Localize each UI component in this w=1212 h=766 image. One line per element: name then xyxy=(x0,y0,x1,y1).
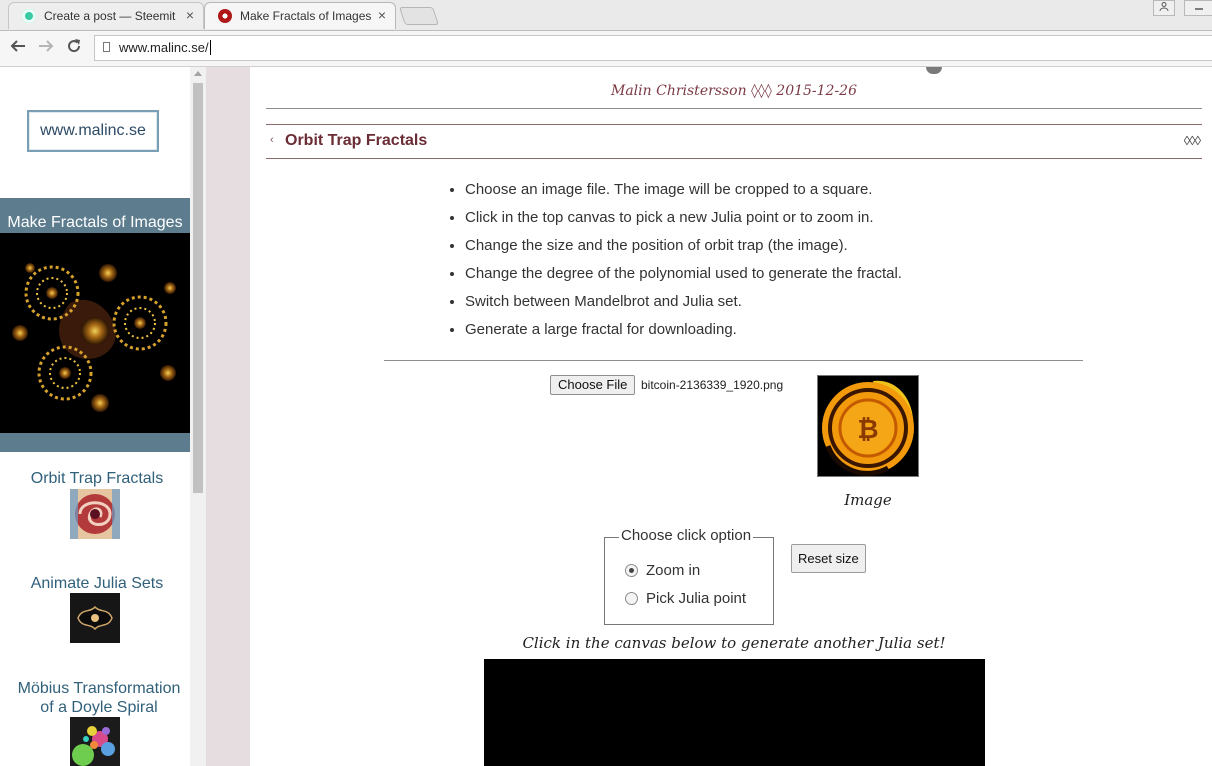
orbit-trap-thumbnail-image[interactable] xyxy=(70,489,120,539)
reset-size-button[interactable]: Reset size xyxy=(791,544,866,573)
tab-close-icon[interactable]: × xyxy=(378,7,386,23)
list-item: Change the degree of the polynomial used… xyxy=(465,260,902,288)
page-icon xyxy=(103,42,110,52)
forward-icon[interactable] xyxy=(37,37,55,60)
site-link-box[interactable]: www.malinc.se xyxy=(27,110,159,152)
orbit-trap-image-preview: ₿ xyxy=(817,375,919,477)
canvas-instruction: Click in the canvas below to generate an… xyxy=(522,634,946,652)
zoom-in-radio[interactable] xyxy=(625,564,638,577)
byline: Malin Christersson ◊◊◊ 2015-12-26 xyxy=(266,83,1202,99)
svg-text:₿: ₿ xyxy=(857,415,878,445)
choose-file-button[interactable]: Choose File xyxy=(550,375,636,395)
sidebar-scrollbar[interactable] xyxy=(190,67,206,766)
list-item: Choose an image file. The image will be … xyxy=(465,176,902,204)
section-header[interactable]: ‹ Orbit Trap Fractals ◊◊◊ xyxy=(266,124,1202,159)
scroll-up-icon[interactable] xyxy=(194,71,202,76)
new-tab-button[interactable] xyxy=(399,7,439,25)
steemit-favicon-icon xyxy=(22,9,36,23)
sidebar-item-animate-julia[interactable]: Animate Julia Sets xyxy=(2,574,190,593)
julia-set-canvas[interactable] xyxy=(484,659,985,766)
sidebar-item-orbit-trap[interactable]: Orbit Trap Fractals xyxy=(2,469,190,488)
mobius-thumbnail-image[interactable] xyxy=(70,717,120,766)
zoom-in-label[interactable]: Zoom in xyxy=(646,562,700,579)
author-name: Malin Christersson xyxy=(611,83,747,99)
section-title[interactable]: Orbit Trap Fractals xyxy=(285,132,427,150)
pick-julia-point-label[interactable]: Pick Julia point xyxy=(646,590,746,607)
selected-file-name: bitcoin-2136339_1920.png xyxy=(641,378,784,392)
image-caption: Image xyxy=(844,491,892,509)
tab-close-icon[interactable]: × xyxy=(186,7,194,23)
list-item: Change the size and the position of orbi… xyxy=(465,232,902,260)
sidebar-item-mobius[interactable]: Möbius Transformation of a Doyle Spiral xyxy=(4,679,190,717)
main-content: Malin Christersson ◊◊◊ 2015-12-26 ‹ Orbi… xyxy=(250,67,1212,766)
malinc-favicon-icon xyxy=(218,9,232,23)
list-item: Click in the top canvas to pick a new Ju… xyxy=(465,204,902,232)
browser-toolbar: www.malinc.se/ xyxy=(0,31,1212,67)
sidebar-item-label: Make Fractals of Images xyxy=(7,214,183,231)
address-bar[interactable]: www.malinc.se/ xyxy=(94,35,1212,61)
pick-julia-point-radio[interactable] xyxy=(625,592,638,605)
sidebar: www.malinc.se Make Fractals of Images Or… xyxy=(0,67,190,766)
reload-icon[interactable] xyxy=(65,37,83,60)
header-image-fragment xyxy=(926,67,942,74)
scrollbar-thumb[interactable] xyxy=(193,83,203,493)
sidebar-item-make-fractals[interactable]: Make Fractals of Images xyxy=(0,198,190,452)
url-text-wrap: www.malinc.se/ xyxy=(119,40,211,55)
tab-title: Create a post — Steemit xyxy=(44,9,176,23)
text-caret xyxy=(209,40,211,55)
page-gutter xyxy=(206,67,250,766)
divider xyxy=(384,360,1083,361)
tab-make-fractals[interactable]: Make Fractals of Images × xyxy=(204,2,396,29)
back-icon[interactable] xyxy=(9,37,27,60)
tab-steemit[interactable]: Create a post — Steemit × xyxy=(8,2,204,29)
chevron-left-icon[interactable]: ‹ xyxy=(270,134,274,146)
list-item: Generate a large fractal for downloading… xyxy=(465,316,902,344)
url-text: www.malinc.se/ xyxy=(119,40,209,55)
section-mark: ◊◊◊ xyxy=(1183,133,1201,148)
tab-title: Make Fractals of Images xyxy=(240,9,372,23)
tab-strip: Create a post — Steemit × Make Fractals … xyxy=(0,0,1212,31)
byline-separator: ◊◊◊ xyxy=(751,83,772,99)
click-option-group: Choose click option Zoom in Pick Julia p… xyxy=(604,527,774,625)
minimize-icon[interactable] xyxy=(1184,0,1212,16)
instruction-list: Choose an image file. The image will be … xyxy=(440,176,902,344)
animate-julia-thumbnail-image[interactable] xyxy=(70,593,120,643)
divider xyxy=(266,108,1202,109)
post-date: 2015-12-26 xyxy=(776,83,857,99)
fractal-thumbnail-image xyxy=(0,233,190,433)
click-option-legend: Choose click option xyxy=(619,527,754,544)
user-profile-icon[interactable] xyxy=(1153,0,1175,16)
list-item: Switch between Mandelbrot and Julia set. xyxy=(465,288,902,316)
